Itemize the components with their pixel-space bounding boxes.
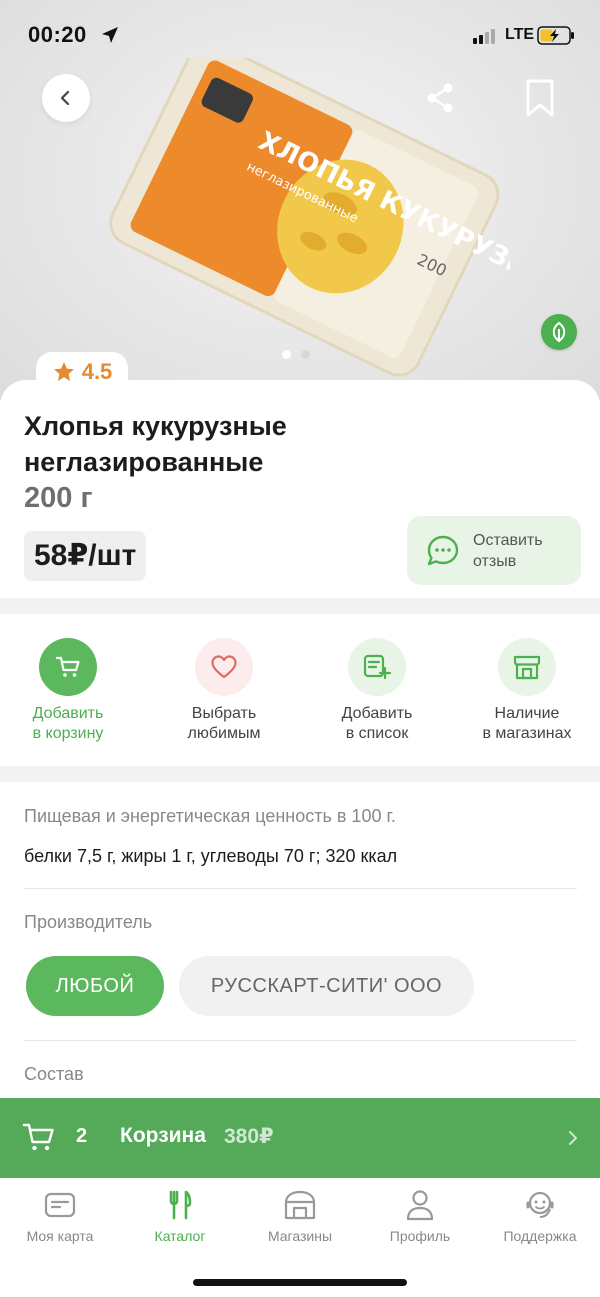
list-add-icon (363, 654, 392, 680)
tab-label: Каталог (154, 1228, 206, 1244)
cart-icon (22, 1123, 54, 1151)
chevron-left-icon (60, 90, 70, 106)
tab-label: Профиль (389, 1228, 451, 1244)
status-bar: 00:20 LTE (0, 0, 600, 70)
store-availability-action[interactable]: Наличие в магазинах (452, 638, 600, 744)
leaf-icon (552, 321, 566, 343)
manufacturer-label: Производитель (24, 912, 153, 932)
eco-badge (541, 314, 577, 350)
add-to-list-icon-circle (348, 638, 406, 696)
favorite-label: Выбрать любимым (187, 705, 261, 742)
product-actions: Добавить в корзину Выбрать любимым Добав… (0, 614, 600, 766)
favorite-action[interactable]: Выбрать любимым (149, 638, 299, 744)
add-to-cart-label: Добавить в корзину (32, 705, 104, 742)
image-pagination (282, 350, 310, 359)
bookmark-button[interactable] (520, 76, 560, 120)
product-details: Пищевая и энергетическая ценность в 100 … (0, 782, 600, 1112)
pagination-dot-active[interactable] (282, 350, 291, 359)
rating-badge: 4.5 (36, 352, 128, 392)
rating-value: 4.5 (81, 359, 113, 384)
pagination-dot[interactable] (301, 350, 310, 359)
tab-label: Поддержка (503, 1228, 577, 1244)
support-icon (526, 1191, 554, 1218)
divider (24, 1040, 577, 1041)
cart-count: 2 (76, 1125, 88, 1147)
card-icon (44, 1192, 76, 1218)
manufacturer-chip-russkart[interactable]: РУССКАРТ-СИТИ' ООО (179, 956, 474, 1016)
profile-icon (406, 1190, 434, 1221)
add-to-list-action[interactable]: Добавить в список (302, 638, 452, 744)
divider (24, 888, 577, 889)
tab-support[interactable]: Поддержка (480, 1188, 600, 1244)
tab-label: Моя карта (26, 1228, 94, 1244)
tab-label: Магазины (267, 1228, 333, 1244)
cart-icon (55, 656, 80, 677)
composition-label: Состав (24, 1064, 84, 1084)
manufacturer-chip-any[interactable]: ЛЮБОЙ (26, 956, 164, 1016)
store-availability-label: Наличие в магазинах (482, 705, 572, 742)
product-title: Хлопья кукурузные неглазированные (24, 411, 287, 477)
home-indicator (193, 1279, 407, 1286)
cart-label: Корзина (120, 1124, 206, 1147)
leave-review-label: Оставить отзыв (473, 531, 543, 570)
share-icon (427, 83, 453, 113)
shops-icon (284, 1190, 316, 1220)
status-time: 00:20 (28, 22, 87, 47)
nutrition-value: белки 7,5 г, жиры 1 г, углеводы 70 г; 32… (24, 846, 398, 866)
tab-catalog[interactable]: Каталог (120, 1188, 240, 1244)
catalog-icon (169, 1190, 192, 1220)
product-weight: 200 г (24, 482, 93, 514)
location-arrow-icon (102, 27, 118, 43)
signal-icon (473, 28, 495, 44)
nutrition-label: Пищевая и энергетическая ценность в 100 … (24, 806, 396, 826)
tab-shops[interactable]: Магазины (240, 1188, 360, 1244)
back-button[interactable] (42, 74, 90, 122)
tab-my-card[interactable]: Моя карта (0, 1188, 120, 1244)
bookmark-icon (526, 79, 554, 117)
cart-sum: 380₽ (224, 1125, 274, 1148)
battery-icon (537, 26, 574, 45)
product-price: 58₽/шт (24, 531, 147, 581)
add-to-cart-icon-circle (39, 638, 97, 696)
heart-icon (211, 655, 237, 679)
add-to-cart-action[interactable]: Добавить в корзину (0, 638, 143, 744)
cart-bar[interactable]: 2 Корзина 380₽ (0, 1098, 600, 1178)
leave-review-button[interactable]: Оставить отзыв (407, 516, 581, 585)
chat-bubble-icon (427, 535, 459, 565)
store-icon (513, 655, 541, 680)
store-icon-circle (498, 638, 556, 696)
share-button[interactable] (420, 78, 460, 118)
tab-profile[interactable]: Профиль (360, 1188, 480, 1244)
add-to-list-label: Добавить в список (341, 705, 413, 742)
network-type: LTE (505, 26, 535, 43)
product-image-area: ХЛОПЬЯ КУКУРУЗНЫЕ неглазированные 200 00… (0, 0, 600, 400)
chevron-right-icon (569, 1131, 577, 1145)
favorite-icon-circle (195, 638, 253, 696)
star-icon (53, 362, 74, 381)
